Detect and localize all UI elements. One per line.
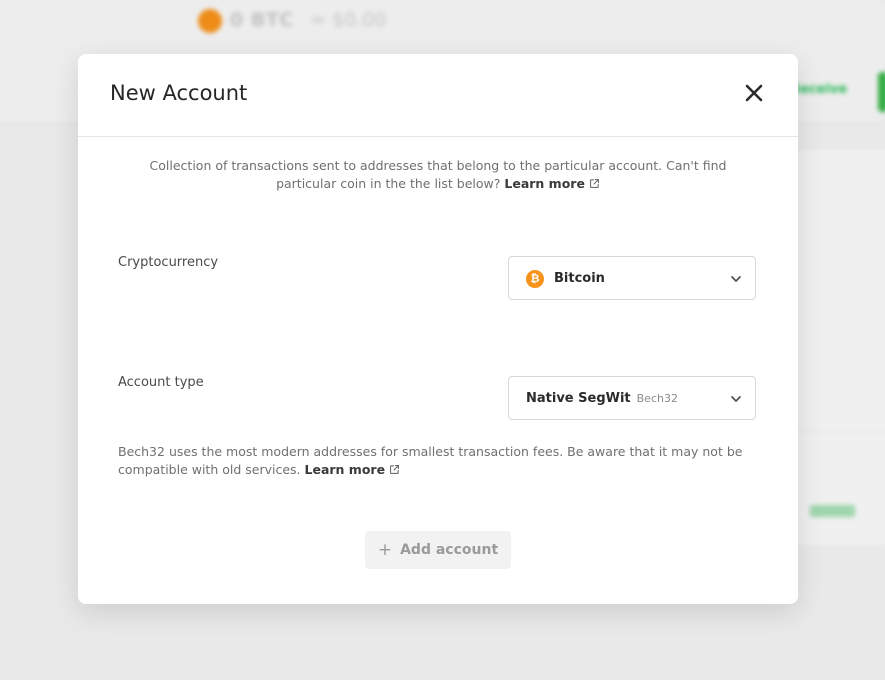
learn-more-label: Learn more [304,462,386,477]
account-type-description-text: Bech32 uses the most modern addresses fo… [118,444,743,477]
modal-title: New Account [110,81,248,105]
account-type-select[interactable]: Native SegWit Bech32 [508,376,756,420]
modal-header: New Account [78,54,798,137]
account-type-label: Account type [118,375,204,390]
chevron-down-icon [731,276,741,282]
cryptocurrency-label: Cryptocurrency [118,255,219,270]
account-type-name: Native SegWit [526,391,631,406]
chevron-down-icon [731,396,741,402]
account-type-subtitle: Bech32 [636,392,678,405]
learn-more-label: Learn more [504,176,585,191]
account-type-learn-more-link[interactable]: Learn more [305,462,401,477]
close-button[interactable] [742,81,766,105]
plus-icon: + [377,540,393,560]
add-account-label: Add account [400,542,499,558]
modal-description: Collection of transactions sent to addre… [118,157,758,193]
external-link-icon [390,465,400,474]
cryptocurrency-select[interactable]: ₿ Bitcoin [508,256,756,300]
bitcoin-icon: ₿ [526,270,544,288]
account-type-description: Bech32 uses the most modern addresses fo… [118,443,758,479]
learn-more-link[interactable]: Learn more [504,176,600,191]
new-account-modal: New Account Collection of transactions s… [78,54,798,604]
close-icon [745,84,763,102]
description-text: Collection of transactions sent to addre… [149,158,727,191]
cryptocurrency-selected-value: Bitcoin [554,271,605,286]
external-link-icon [589,179,599,188]
add-account-button[interactable]: + Add account [365,531,511,569]
account-type-selected-value: Native SegWit Bech32 [526,391,678,406]
